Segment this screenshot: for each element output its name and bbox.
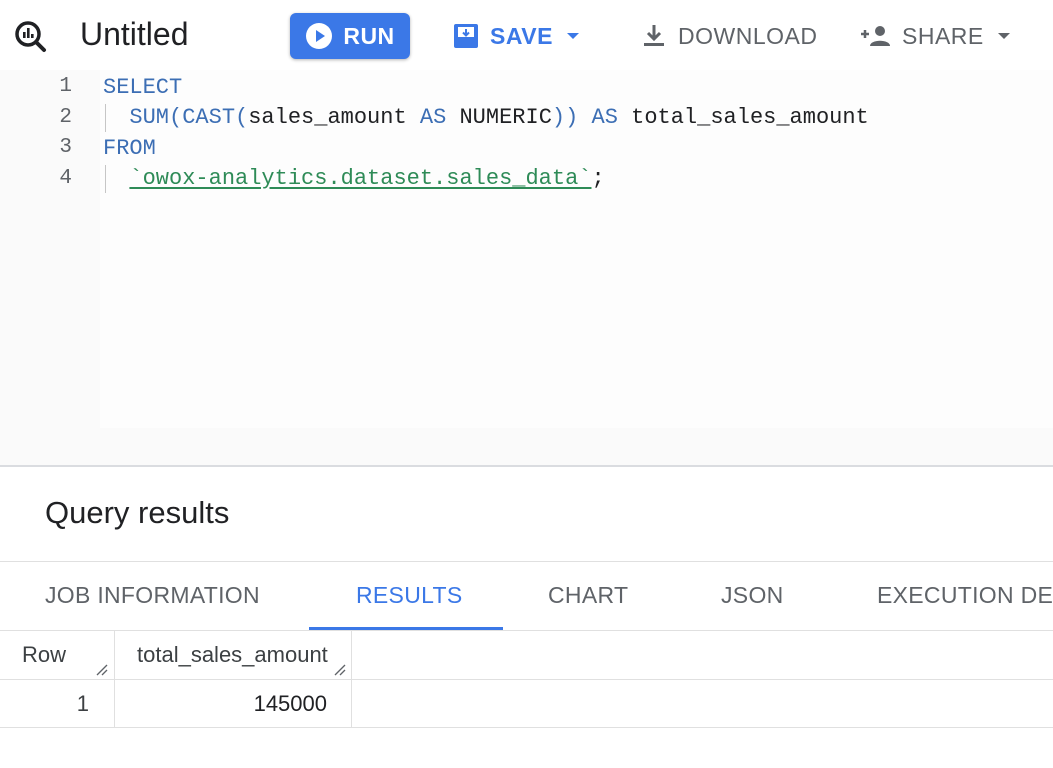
share-button-label: SHARE xyxy=(902,22,984,49)
tab-chart[interactable]: CHART xyxy=(548,582,628,609)
sql-function: SUM(CAST( xyxy=(129,105,249,130)
sql-paren: )) xyxy=(551,105,579,130)
sql-alias: total_sales_amount xyxy=(617,105,869,130)
download-icon xyxy=(644,25,664,46)
sql-column: sales_amount xyxy=(248,105,420,130)
bigquery-logo-icon xyxy=(15,21,46,52)
tab-json[interactable]: JSON xyxy=(721,582,784,609)
sql-editor[interactable]: 1 2 3 4 SELECT SUM(CAST(sales_amount AS … xyxy=(0,70,1053,465)
column-resize-handle-icon[interactable] xyxy=(333,663,347,677)
row-divider xyxy=(0,727,1053,728)
run-button[interactable]: RUN xyxy=(290,13,410,59)
query-title[interactable]: Untitled xyxy=(80,14,189,54)
save-button[interactable]: SAVE xyxy=(452,14,583,58)
column-header-total-sales-amount[interactable]: total_sales_amount xyxy=(137,631,342,679)
tab-execution-details[interactable]: EXECUTION DET xyxy=(877,582,1053,609)
save-button-label: SAVE xyxy=(490,22,553,49)
tab-job-information[interactable]: JOB INFORMATION xyxy=(45,582,260,609)
table-row[interactable]: 1 145000 xyxy=(0,680,1053,727)
sql-space xyxy=(578,105,591,130)
sql-keyword: SELECT xyxy=(103,75,183,100)
sql-keyword: AS xyxy=(591,105,618,130)
cell-total-sales-amount: 145000 xyxy=(253,691,327,716)
sql-table-reference[interactable]: `owox-analytics.dataset.sales_data` xyxy=(129,166,591,191)
line-number: 4 xyxy=(59,167,72,190)
sql-keyword: FROM xyxy=(103,136,156,161)
arrow-drop-down-icon[interactable] xyxy=(994,26,1014,46)
sql-keyword: AS xyxy=(419,105,460,130)
line-number: 3 xyxy=(59,136,72,159)
download-button-label: DOWNLOAD xyxy=(678,22,818,49)
save-icon xyxy=(454,24,478,48)
share-button[interactable]: SHARE xyxy=(860,14,1014,58)
query-toolbar: Untitled RUN SAVE DOWNLOAD SHARE xyxy=(0,0,1053,70)
cell-row-number: 1 xyxy=(76,691,89,716)
column-resize-handle-icon[interactable] xyxy=(95,663,109,677)
download-button[interactable]: DOWNLOAD xyxy=(640,14,817,58)
person-add-icon xyxy=(861,26,890,46)
tabs-border-top xyxy=(0,561,1053,562)
code-line-4[interactable]: `owox-analytics.dataset.sales_data`; xyxy=(103,166,605,191)
tab-results[interactable]: RESULTS xyxy=(356,582,462,609)
line-number: 1 xyxy=(59,75,72,98)
run-button-label: RUN xyxy=(343,22,395,49)
play-circle-icon xyxy=(306,23,333,49)
query-results-title: Query results xyxy=(45,495,230,530)
arrow-drop-down-icon[interactable] xyxy=(563,26,583,46)
code-line-2[interactable]: SUM(CAST(sales_amount AS NUMERIC)) AS to… xyxy=(103,105,869,130)
sql-type: NUMERIC xyxy=(459,105,552,130)
line-number: 2 xyxy=(59,106,72,129)
sql-semicolon: ; xyxy=(591,166,605,191)
code-line-3[interactable]: FROM xyxy=(103,136,156,161)
code-line-1[interactable]: SELECT xyxy=(103,75,182,100)
editor-results-divider[interactable] xyxy=(0,465,1053,467)
